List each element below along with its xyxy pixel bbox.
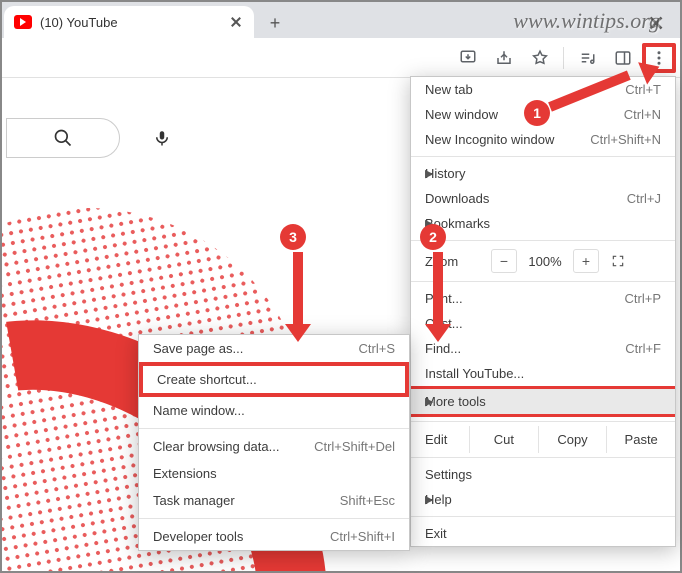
menu-incognito[interactable]: New Incognito window Ctrl+Shift+N: [411, 127, 675, 152]
chevron-right-icon: ▶: [425, 167, 433, 180]
fullscreen-button[interactable]: [605, 249, 631, 273]
install-app-button[interactable]: [451, 43, 485, 73]
menu-label: Create shortcut...: [157, 372, 257, 387]
annotation-badge-3: 3: [280, 224, 306, 250]
menu-shortcut: Ctrl+Shift+I: [330, 529, 395, 544]
menu-separator: [411, 516, 675, 517]
menu-shortcut: Shift+Esc: [340, 493, 395, 508]
window-close-button[interactable]: [634, 8, 678, 38]
share-button[interactable]: [487, 43, 521, 73]
menu-label: More tools: [425, 394, 486, 409]
voice-search-button[interactable]: [142, 118, 182, 158]
annotation-arrow-2: [428, 252, 448, 342]
youtube-favicon: [14, 15, 32, 29]
chevron-right-icon: ▶: [425, 395, 433, 408]
close-icon: [648, 15, 664, 31]
menu-separator: [139, 518, 409, 519]
submenu-clear-browsing[interactable]: Clear browsing data... Ctrl+Shift+Del: [139, 433, 409, 460]
menu-label: Downloads: [425, 191, 489, 206]
share-icon: [495, 49, 513, 67]
close-icon: [230, 16, 242, 28]
menu-label: Clear browsing data...: [153, 439, 279, 454]
tab-strip: (10) YouTube +: [2, 2, 680, 38]
menu-print[interactable]: Print...Ctrl+P: [411, 286, 675, 311]
browser-tab[interactable]: (10) YouTube: [4, 6, 254, 38]
menu-label: Settings: [425, 467, 472, 482]
menu-label: Save page as...: [153, 341, 243, 356]
chevron-right-icon: ▶: [425, 493, 433, 506]
microphone-icon: [153, 129, 171, 147]
more-tools-submenu: Save page as... Ctrl+S Create shortcut...…: [138, 334, 410, 551]
menu-bookmarks[interactable]: Bookmarks▶: [411, 211, 675, 236]
chrome-main-menu: New tabCtrl+T New windowCtrl+N New Incog…: [410, 76, 676, 547]
menu-label: Name window...: [153, 403, 245, 418]
edit-cut-button[interactable]: Cut: [469, 426, 538, 453]
menu-shortcut: Ctrl+Shift+N: [590, 132, 661, 147]
menu-label: Edit: [411, 426, 469, 453]
submenu-save-page[interactable]: Save page as... Ctrl+S: [139, 335, 409, 362]
menu-separator: [411, 421, 675, 422]
submenu-name-window[interactable]: Name window...: [139, 397, 409, 424]
menu-install-youtube[interactable]: Install YouTube...: [411, 361, 675, 386]
menu-label: Extensions: [153, 466, 217, 481]
menu-shortcut: Ctrl+S: [359, 341, 395, 356]
zoom-out-button[interactable]: −: [491, 249, 517, 273]
annotation-badge-2: 2: [420, 224, 446, 250]
submenu-task-manager[interactable]: Task manager Shift+Esc: [139, 487, 409, 514]
submenu-extensions[interactable]: Extensions: [139, 460, 409, 487]
menu-label: New window: [425, 107, 498, 122]
menu-separator: [139, 428, 409, 429]
search-button[interactable]: [6, 118, 120, 158]
fullscreen-icon: [611, 254, 625, 268]
menu-separator: [411, 457, 675, 458]
menu-exit[interactable]: Exit: [411, 521, 675, 546]
menu-label: Exit: [425, 526, 447, 541]
annotation-arrow-1: [550, 62, 660, 112]
menu-separator: [411, 156, 675, 157]
star-icon: [531, 49, 549, 67]
menu-separator: [411, 240, 675, 241]
menu-shortcut: Ctrl+P: [625, 291, 661, 306]
menu-edit-row: Edit Cut Copy Paste: [411, 426, 675, 453]
menu-label: Developer tools: [153, 529, 243, 544]
install-icon: [459, 49, 477, 67]
submenu-create-shortcut[interactable]: Create shortcut...: [139, 362, 409, 397]
menu-history[interactable]: History▶: [411, 161, 675, 186]
menu-zoom: Zoom − 100% +: [411, 245, 675, 277]
menu-help[interactable]: Help▶: [411, 487, 675, 512]
search-icon: [53, 128, 73, 148]
menu-label: New tab: [425, 82, 473, 97]
menu-settings[interactable]: Settings: [411, 462, 675, 487]
menu-label: Find...: [425, 341, 461, 356]
tab-close-button[interactable]: [228, 14, 244, 30]
menu-label: Install YouTube...: [425, 366, 524, 381]
menu-label: Task manager: [153, 493, 235, 508]
zoom-in-button[interactable]: +: [573, 249, 599, 273]
menu-label: New Incognito window: [425, 132, 554, 147]
submenu-developer-tools[interactable]: Developer tools Ctrl+Shift+I: [139, 523, 409, 550]
menu-shortcut: Ctrl+J: [627, 191, 661, 206]
annotation-arrow-3: [288, 252, 308, 342]
menu-separator: [411, 281, 675, 282]
menu-more-tools[interactable]: More tools▶: [411, 386, 675, 417]
annotation-badge-1: 1: [524, 100, 550, 126]
edit-copy-button[interactable]: Copy: [538, 426, 607, 453]
zoom-level: 100%: [523, 254, 567, 269]
tab-title: (10) YouTube: [40, 15, 220, 30]
edit-paste-button[interactable]: Paste: [606, 426, 675, 453]
menu-shortcut: Ctrl+F: [625, 341, 661, 356]
menu-shortcut: Ctrl+Shift+Del: [314, 439, 395, 454]
menu-downloads[interactable]: Downloads Ctrl+J: [411, 186, 675, 211]
new-tab-button[interactable]: +: [260, 8, 290, 38]
